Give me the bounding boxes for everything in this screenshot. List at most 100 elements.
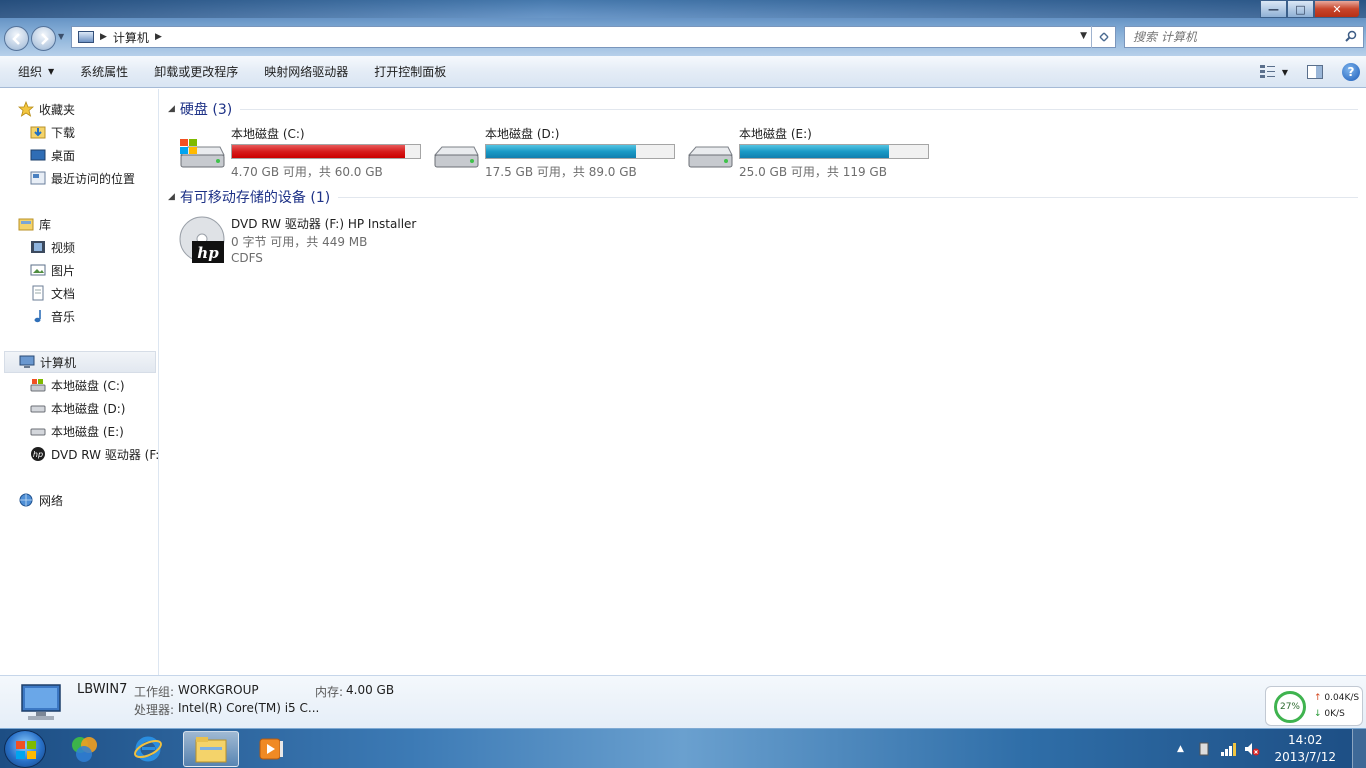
preview-pane-icon — [1307, 65, 1323, 79]
preview-pane-button[interactable] — [1300, 60, 1330, 84]
sidebar-item-drive-e[interactable]: 本地磁盘 (E:) — [30, 420, 124, 442]
sidebar-item-libraries[interactable]: 库 — [18, 213, 51, 235]
organize-menu[interactable]: 组织 ▼ — [10, 60, 62, 84]
sidebar-item-downloads[interactable]: 下载 — [30, 121, 75, 143]
upload-arrow-icon: ↑ — [1314, 693, 1322, 703]
clock[interactable]: 14:02 2013/7/12 — [1274, 732, 1336, 766]
group-divider — [338, 196, 1358, 198]
sidebar-item-documents[interactable]: 文档 — [30, 282, 75, 304]
forward-button[interactable] — [31, 26, 56, 51]
collapse-arrow-icon[interactable]: ◢ — [168, 192, 175, 202]
safely-remove-hardware-icon[interactable] — [1196, 741, 1212, 757]
drive-icon — [30, 423, 46, 439]
window-controls: — □ ✕ — [1260, 0, 1360, 18]
breadcrumb-computer[interactable]: 计算机 — [113, 29, 149, 46]
open-control-panel-button[interactable]: 打开控制面板 — [366, 60, 454, 84]
memory-label: 内存: — [315, 685, 344, 699]
clock-time: 14:02 — [1287, 733, 1323, 747]
drive-name: 本地磁盘 (C:) — [231, 127, 305, 141]
collapse-arrow-icon[interactable]: ◢ — [168, 104, 175, 114]
help-button[interactable]: ? — [1336, 60, 1366, 84]
chevron-down-icon: ▼ — [48, 67, 55, 76]
search-icon[interactable] — [1345, 30, 1357, 42]
network-signal-icon[interactable] — [1220, 741, 1237, 757]
group-header-hard-disks[interactable]: ◢ 硬盘 (3) — [168, 99, 1358, 119]
group-title: 硬盘 (3) — [179, 102, 233, 118]
start-button[interactable] — [4, 730, 46, 768]
close-button[interactable]: ✕ — [1314, 0, 1360, 18]
search-input[interactable] — [1133, 30, 1333, 44]
taskbar-app-media-player[interactable] — [244, 731, 300, 767]
device-filesystem: CDFS — [231, 251, 263, 265]
group-header-removable[interactable]: ◢ 有可移动存储的设备 (1) — [168, 187, 1358, 207]
drive-usage-bar — [231, 144, 421, 159]
forward-arrow-icon — [40, 32, 49, 45]
windows-logo-icon — [16, 741, 36, 759]
sidebar-item-dvd-f[interactable]: hp DVD RW 驱动器 (F: — [30, 443, 158, 465]
show-desktop-button[interactable] — [1352, 729, 1366, 768]
sidebar-item-label: 库 — [39, 217, 52, 232]
uninstall-program-button[interactable]: 卸载或更改程序 — [146, 60, 246, 84]
sidebar-item-drive-c[interactable]: 本地磁盘 (C:) — [30, 374, 125, 396]
sidebar-item-computer[interactable]: 计算机 — [4, 351, 156, 373]
network-monitor-widget[interactable]: 27% ↑ 0.04K/S ↓ 0K/S — [1265, 686, 1363, 726]
sidebar-item-videos[interactable]: 视频 — [30, 236, 75, 258]
explorer-window: — □ ✕ ▼ ▶ 计算机 ▶ ▼ 组织 ▼ 系统属性 卸载或更改程序 映射网络驱… — [0, 0, 1366, 728]
computer-icon — [78, 31, 94, 43]
drive-tile[interactable]: 本地磁盘 (C:) 4.70 GB 可用，共 60.0 GB — [178, 125, 428, 181]
sidebar-item-label: 文档 — [51, 286, 76, 301]
refresh-button[interactable] — [1091, 26, 1115, 48]
sidebar-item-label: 本地磁盘 (D:) — [51, 401, 126, 416]
sidebar-item-label: 桌面 — [51, 148, 76, 163]
breadcrumb-separator[interactable]: ▶ — [100, 32, 107, 42]
system-tray: ▲ 14:02 2013/7/12 — [1168, 729, 1366, 768]
search-box[interactable] — [1124, 26, 1364, 48]
volume-muted-icon[interactable] — [1244, 741, 1260, 757]
sidebar-item-label: 图片 — [51, 263, 76, 278]
group-title: 有可移动存储的设备 (1) — [179, 190, 331, 206]
drive-usage-bar — [739, 144, 929, 159]
internet-explorer-icon — [134, 736, 162, 762]
breadcrumb-separator[interactable]: ▶ — [155, 32, 162, 42]
documents-icon — [30, 285, 46, 301]
colorful-browser-icon — [72, 737, 97, 762]
back-button[interactable] — [4, 26, 29, 51]
drive-name: 本地磁盘 (D:) — [485, 127, 560, 141]
sidebar-item-desktop[interactable]: 桌面 — [30, 144, 75, 166]
change-view-button[interactable]: ▼ — [1254, 60, 1294, 84]
minimize-button[interactable]: — — [1260, 0, 1287, 18]
map-network-drive-button[interactable]: 映射网络驱动器 — [256, 60, 356, 84]
sidebar-item-label: 本地磁盘 (C:) — [51, 378, 125, 393]
processor-value: Intel(R) Core(TM) i5 C... — [178, 701, 320, 715]
workgroup-label: 工作组: — [134, 685, 175, 699]
sidebar-item-drive-d[interactable]: 本地磁盘 (D:) — [30, 397, 125, 419]
drive-tile[interactable]: 本地磁盘 (D:) 17.5 GB 可用，共 89.0 GB — [432, 125, 682, 181]
sidebar-item-pictures[interactable]: 图片 — [30, 259, 75, 281]
address-dropdown-icon[interactable]: ▼ — [1080, 31, 1087, 41]
sidebar-item-network[interactable]: 网络 — [18, 489, 63, 511]
address-bar[interactable]: ▶ 计算机 ▶ ▼ — [71, 26, 1116, 48]
command-bar: 组织 ▼ 系统属性 卸载或更改程序 映射网络驱动器 打开控制面板 ▼ ? — [0, 56, 1366, 88]
show-hidden-icons-button[interactable]: ▲ — [1172, 741, 1188, 757]
drive-name: 本地磁盘 (E:) — [739, 127, 812, 141]
sidebar-item-music[interactable]: 音乐 — [30, 305, 75, 327]
taskbar-app-browser[interactable] — [56, 731, 112, 767]
cpu-usage-ring: 27% — [1274, 691, 1306, 723]
pictures-icon — [30, 262, 46, 278]
drive-usage-fill — [232, 145, 405, 158]
sidebar-item-favorites[interactable]: 收藏夹 — [18, 98, 75, 120]
dvd-drive-item[interactable]: hp DVD RW 驱动器 (F:) HP Installer 0 字节 可用，… — [178, 213, 478, 273]
taskbar-app-explorer[interactable] — [183, 731, 239, 767]
system-properties-button[interactable]: 系统属性 — [72, 60, 136, 84]
navigation-pane: 收藏夹 下载 桌面 最近访问的位置 库 视频 图片 文档 音乐 计算机 本地磁盘… — [0, 89, 159, 675]
clock-date: 2013/7/12 — [1274, 750, 1336, 764]
drive-tile[interactable]: 本地磁盘 (E:) 25.0 GB 可用，共 119 GB — [686, 125, 936, 181]
back-arrow-icon — [11, 32, 20, 45]
sidebar-item-recent-places[interactable]: 最近访问的位置 — [30, 167, 135, 189]
folder-icon — [195, 737, 227, 763]
system-drive-icon — [30, 377, 46, 393]
maximize-button[interactable]: □ — [1287, 0, 1314, 18]
drive-usage-fill — [740, 145, 889, 158]
recent-pages-dropdown[interactable]: ▼ — [58, 32, 64, 41]
taskbar-app-internet-explorer[interactable] — [120, 731, 176, 767]
